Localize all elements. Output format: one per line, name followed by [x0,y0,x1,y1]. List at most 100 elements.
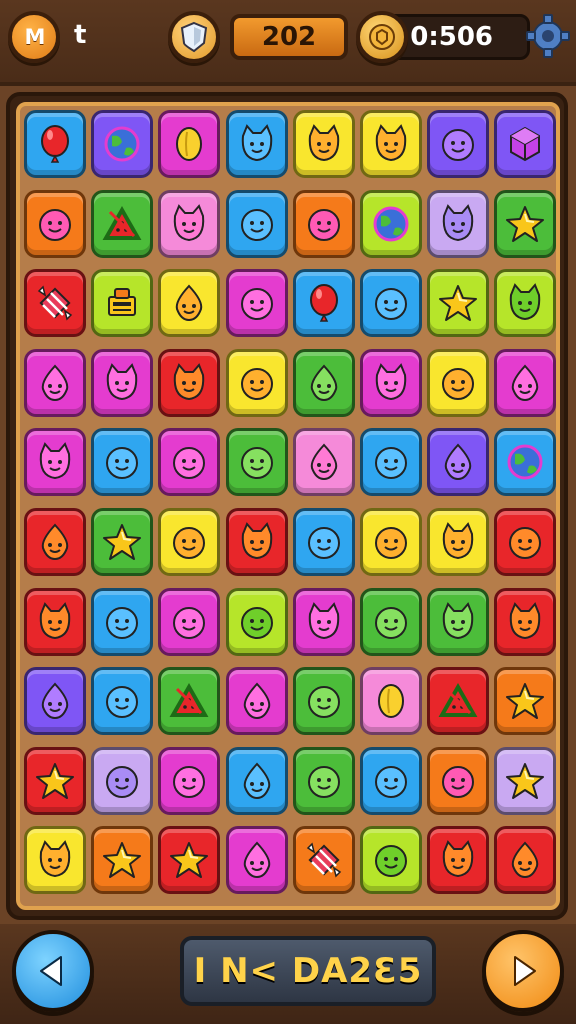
tile[interactable] [427,189,490,258]
tile[interactable] [225,508,288,576]
tile[interactable] [360,826,422,895]
tile[interactable] [292,110,355,178]
tile[interactable] [427,428,490,497]
tile[interactable] [360,348,422,417]
tile[interactable] [225,269,288,338]
tile[interactable] [360,508,422,576]
tile[interactable] [24,746,86,815]
tile[interactable] [292,667,355,736]
tile[interactable] [427,348,490,417]
tile[interactable] [24,348,86,417]
tile[interactable] [292,587,355,656]
tile[interactable] [91,587,154,656]
tile[interactable] [24,667,86,736]
tile[interactable] [91,189,154,258]
tile[interactable] [158,269,221,338]
tile[interactable] [225,587,288,656]
star-icon [36,762,74,799]
tile[interactable] [24,269,86,338]
timer-value: 0:506 [410,22,493,52]
tile[interactable] [360,428,422,497]
shield-badge[interactable] [168,11,220,63]
tile[interactable] [427,746,490,815]
tile[interactable] [427,508,490,576]
blob-face-icon [375,606,407,639]
tile[interactable] [158,826,221,895]
tile[interactable] [225,746,288,815]
tile[interactable] [427,269,490,338]
tile[interactable] [292,826,355,895]
star-icon [170,842,209,879]
tile[interactable] [360,667,422,736]
tile[interactable] [494,826,557,895]
tile[interactable] [494,189,557,258]
previous-button[interactable] [12,930,94,1012]
game-board[interactable] [16,102,560,910]
tile[interactable] [158,428,221,497]
coin-badge[interactable] [356,11,408,63]
tile[interactable] [24,110,86,178]
tile[interactable] [427,667,490,736]
tile[interactable] [225,189,288,258]
settings-button[interactable] [524,12,572,60]
tile[interactable] [225,110,288,178]
tile[interactable] [360,189,422,258]
tile[interactable] [91,826,154,895]
tile[interactable] [494,667,557,736]
tile[interactable] [494,508,557,576]
tile[interactable] [158,348,221,417]
tile[interactable] [292,746,355,815]
tile[interactable] [360,269,422,338]
tile[interactable] [292,189,355,258]
tile[interactable] [158,667,221,736]
blob-face-icon [106,765,139,798]
tile[interactable] [360,587,422,656]
tile[interactable] [24,428,86,497]
tile[interactable] [158,587,221,656]
profile-badge[interactable]: M [8,11,60,63]
tile[interactable] [494,348,557,417]
robot-icon [108,288,137,317]
tile[interactable] [24,189,86,258]
cat-face-icon [308,601,340,639]
tile[interactable] [24,826,86,895]
next-button[interactable] [482,930,564,1012]
tile[interactable] [91,508,154,576]
blob-face-icon [307,765,340,798]
tile[interactable] [427,826,490,895]
tile[interactable] [91,110,154,178]
tile[interactable] [225,348,288,417]
tile[interactable] [292,428,355,497]
tile[interactable] [225,428,288,497]
tile[interactable] [225,826,288,895]
tile[interactable] [91,667,154,736]
tile[interactable] [494,269,557,338]
tile[interactable] [360,110,422,178]
blob-face-icon [39,208,71,241]
tile[interactable] [91,348,154,417]
tile[interactable] [225,667,288,736]
tile[interactable] [24,587,86,656]
tile[interactable] [494,746,557,815]
tile[interactable] [292,348,355,417]
tile[interactable] [494,587,557,656]
cat-face-icon [174,362,205,400]
tile[interactable] [292,269,355,338]
tile[interactable] [427,587,490,656]
cat-face-icon [375,124,407,162]
tile[interactable] [91,428,154,497]
tile[interactable] [24,508,86,576]
tile[interactable] [91,269,154,338]
tile[interactable] [158,189,221,258]
tile[interactable] [91,746,154,815]
tile[interactable] [158,110,221,178]
tile[interactable] [494,428,557,497]
score-value: 202 [261,22,317,52]
tile[interactable] [158,508,221,576]
blob-face-icon [106,686,139,719]
tile[interactable] [427,110,490,178]
tile[interactable] [494,110,557,178]
tile[interactable] [292,508,355,576]
tile[interactable] [158,746,221,815]
tile[interactable] [360,746,422,815]
